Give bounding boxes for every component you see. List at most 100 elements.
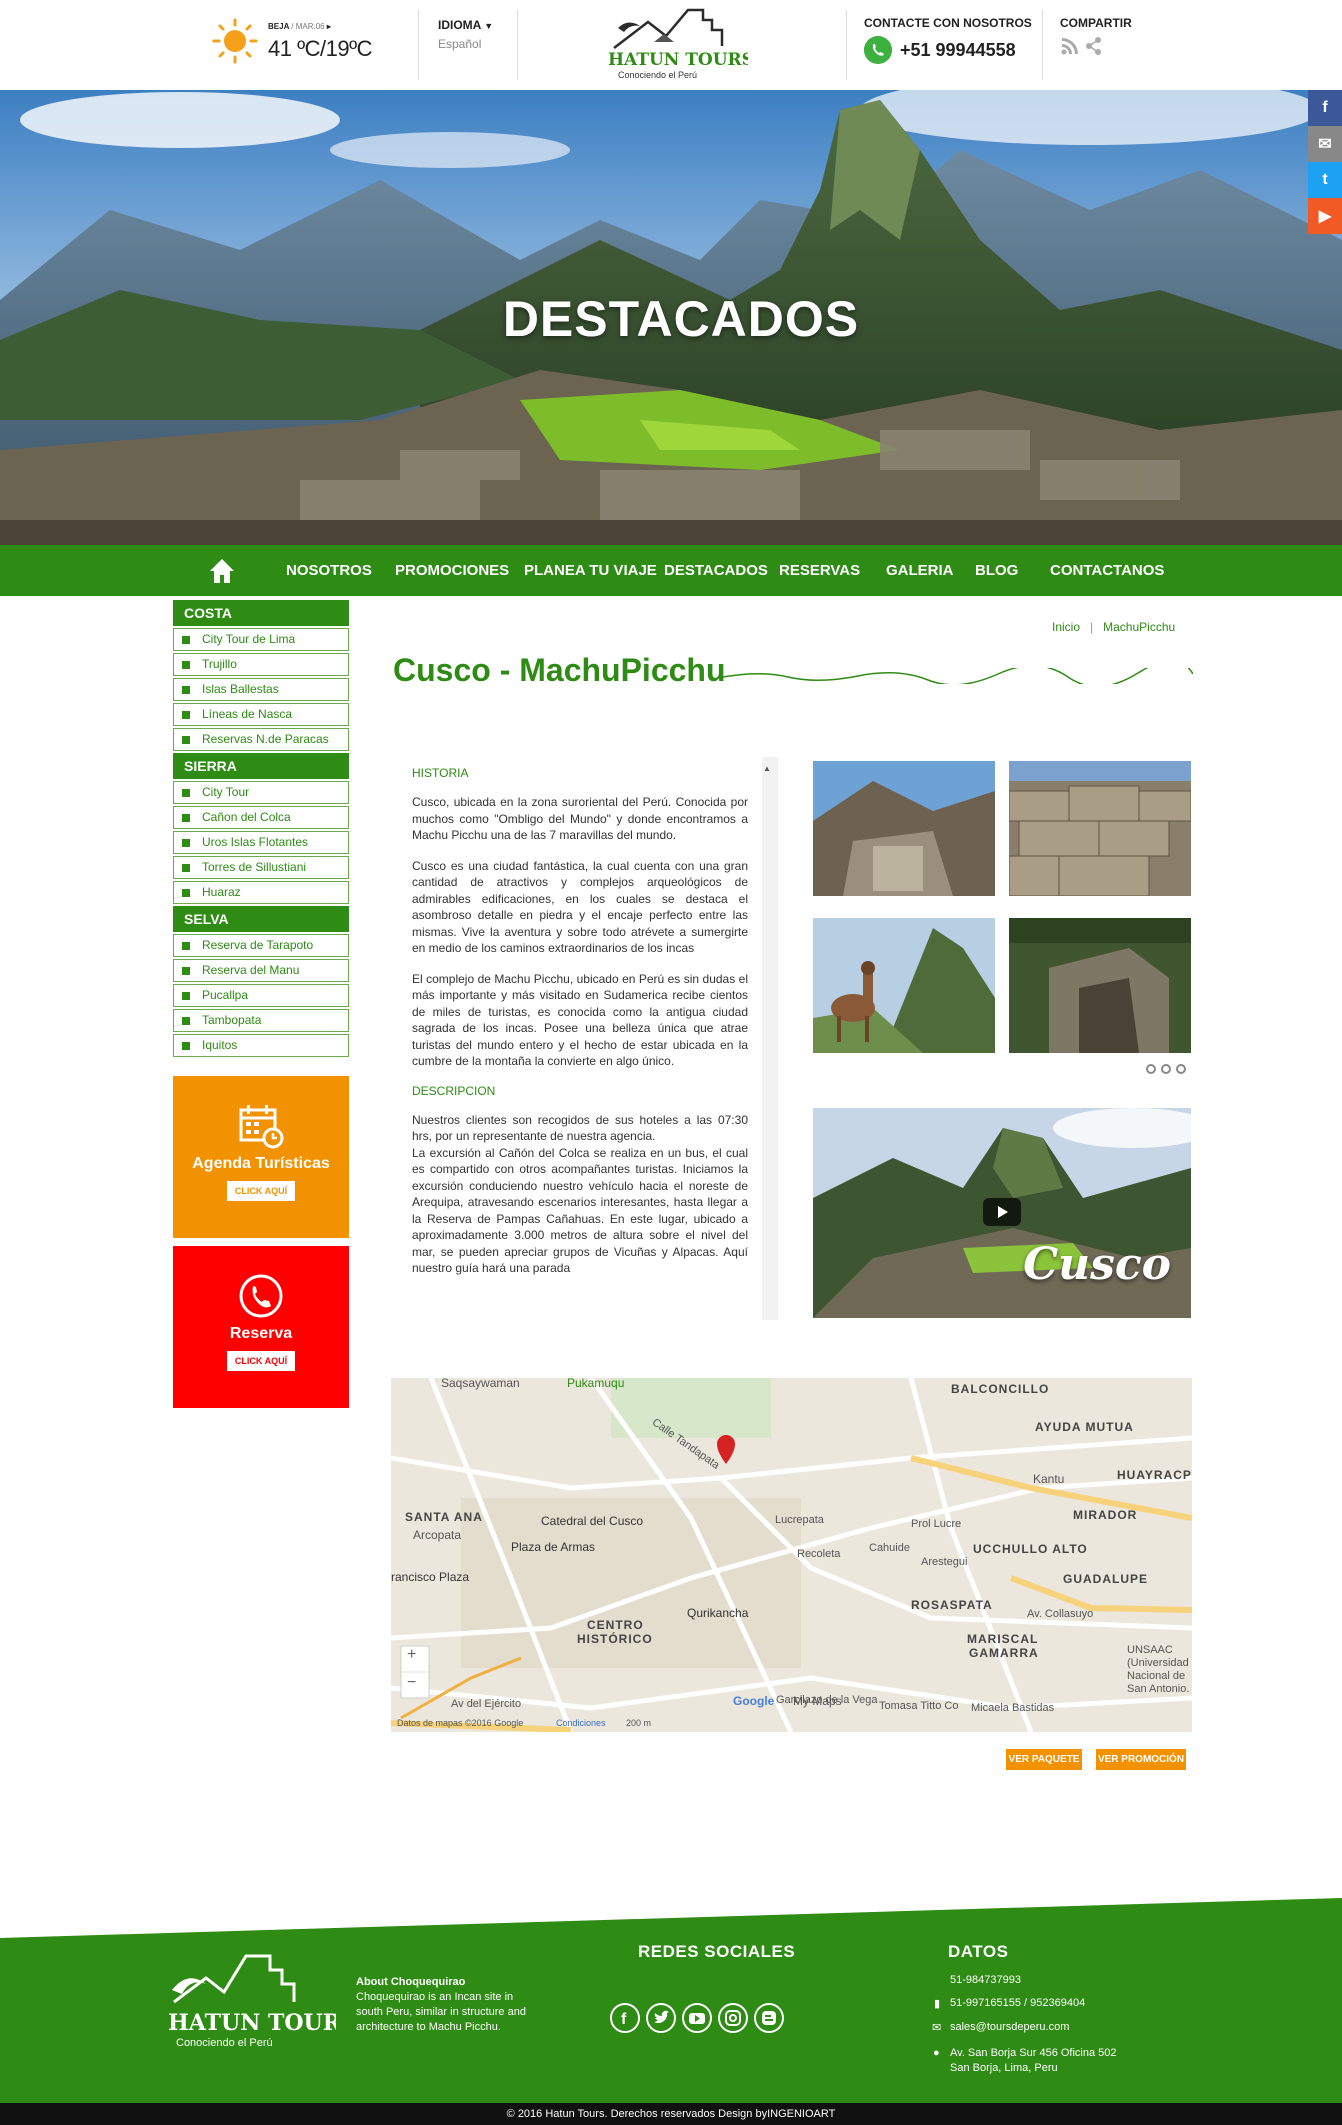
gallery-image[interactable] (1009, 761, 1191, 896)
category-costa[interactable]: COSTA (173, 600, 349, 626)
sidebar-item[interactable]: Líneas de Nasca (173, 703, 349, 726)
map-label: Av. Collasuyo (1027, 1608, 1094, 1620)
share-icons[interactable] (1060, 36, 1106, 56)
logo-tagline: Conociendo el Perú (618, 70, 697, 80)
breadcrumb: Inicio | MachuPicchu (1052, 620, 1175, 634)
gallery-image[interactable] (813, 761, 995, 896)
carousel-dot[interactable] (1146, 1064, 1156, 1074)
carousel-dot[interactable] (1161, 1064, 1171, 1074)
category-selva[interactable]: SELVA (173, 906, 349, 932)
language-selector[interactable]: IDIOMA ▼ Español (438, 18, 493, 51)
paragraph: Cusco, ubicada en la zona suroriental de… (412, 795, 748, 842)
footer-logo-tagline: Conociendo el Perú (176, 2037, 273, 2049)
nav-destacados[interactable]: DESTACADOS (664, 545, 768, 596)
ver-promocion-button[interactable]: VER PROMOCIÓN (1096, 1749, 1186, 1770)
share-block: COMPARTIR (1060, 16, 1132, 56)
email-icon[interactable]: ✉ (1308, 126, 1342, 162)
divider (1042, 10, 1043, 80)
reserva-promo: Reserva CLICK AQUÍ (173, 1246, 349, 1408)
facebook-icon[interactable]: f (610, 2003, 640, 2033)
nav-planea-tu-viaje[interactable]: PLANEA TU VIAJE (524, 545, 657, 596)
nav-reservas[interactable]: RESERVAS (779, 545, 860, 596)
share-icon[interactable] (1086, 37, 1101, 55)
sidebar-item[interactable]: Huaraz (173, 881, 349, 904)
sidebar-item[interactable]: Tambopata (173, 1009, 349, 1032)
sidebar-item[interactable]: Reservas N.de Paracas (173, 728, 349, 751)
category-sierra[interactable]: SIERRA (173, 753, 349, 779)
reserva-title: Reserva (229, 1325, 293, 1342)
breadcrumb-home[interactable]: Inicio (1052, 620, 1080, 634)
sidebar-item[interactable]: Trujillo (173, 653, 349, 676)
map-label: Recoleta (797, 1548, 841, 1560)
map-label: Nacional de (1127, 1670, 1186, 1682)
youtube-icon[interactable] (682, 2003, 712, 2033)
youtube-icon[interactable]: ▶ (1308, 198, 1342, 234)
sidebar-item[interactable]: City Tour (173, 781, 349, 804)
agenda-click-button[interactable]: CLICK AQUÍ (226, 1181, 296, 1201)
sidebar-item[interactable]: Torres de Sillustiani (173, 856, 349, 879)
paragraph: El complejo de Machu Picchu, ubicado en … (412, 971, 748, 1069)
historia-heading: HISTORIA (412, 766, 469, 780)
sidebar: COSTA City Tour de Lima Trujillo Islas B… (173, 600, 349, 1057)
site-logo[interactable]: HATUN TOURS Conociendo el Perú (608, 6, 754, 84)
sidebar-item[interactable]: Reserva de Tarapoto (173, 934, 349, 957)
google-logo: Google (733, 1694, 775, 1708)
nav-blog[interactable]: BLOG (975, 545, 1018, 596)
nav-contactanos[interactable]: CONTACTANOS (1050, 545, 1164, 596)
blogger-icon[interactable] (754, 2003, 784, 2033)
contact-phone: 51-997165155 / 952369404 (950, 1997, 1086, 2009)
map-label: rancisco Plaza (391, 1570, 470, 1584)
map-label: GUADALUPE (1063, 1572, 1149, 1586)
twitter-icon[interactable]: t (1308, 162, 1342, 198)
twitter-icon[interactable] (646, 2003, 676, 2033)
map-label: Prol Lucre (911, 1518, 962, 1530)
sidebar-item[interactable]: Pucallpa (173, 984, 349, 1007)
map-label: Av del Ejército (451, 1698, 522, 1710)
sidebar-item[interactable]: City Tour de Lima (173, 628, 349, 651)
zoom-out-button[interactable]: − (407, 1674, 416, 1692)
main-nav: NOSOTROS PROMOCIONES PLANEA TU VIAJE DES… (0, 545, 1342, 596)
gallery-image[interactable] (1009, 918, 1191, 1053)
sidebar-item[interactable]: Islas Ballestas (173, 678, 349, 701)
carousel-dot[interactable] (1176, 1064, 1186, 1074)
play-icon[interactable] (983, 1198, 1021, 1226)
sidebar-item[interactable]: Uros Islas Flotantes (173, 831, 349, 854)
facebook-icon[interactable]: f (1308, 90, 1342, 126)
map-scale: 200 m (626, 1718, 652, 1728)
map-label: (Universidad (1127, 1657, 1189, 1669)
location-map[interactable]: Saqsaywaman Pukamuqu BALCONCILLO AYUDA M… (391, 1378, 1192, 1732)
footer-logo[interactable]: HATUN TOURS Conociendo el Perú (166, 1950, 336, 2060)
zoom-in-button[interactable]: + (407, 1646, 416, 1664)
map-terms-link[interactable]: Condiciones (556, 1718, 606, 1728)
map-label: SANTA ANA (405, 1510, 483, 1524)
sidebar-item[interactable]: Iquitos (173, 1034, 349, 1057)
contact-email[interactable]: sales@toursdeperu.com (950, 2021, 1069, 2033)
gallery-image[interactable] (813, 918, 995, 1053)
map-label: AYUDA MUTUA (1035, 1420, 1134, 1434)
nav-promociones[interactable]: PROMOCIONES (395, 545, 509, 596)
video-player[interactable]: Cusco (813, 1108, 1191, 1318)
divider (846, 10, 847, 80)
agenda-promo: Agenda Turísticas CLICK AQUÍ (173, 1076, 349, 1238)
scrollbar-thumb[interactable] (765, 877, 775, 1127)
reserva-click-button[interactable]: CLICK AQUÍ (226, 1351, 296, 1371)
ver-paquete-button[interactable]: VER PAQUETE (1006, 1749, 1082, 1770)
sidebar-item[interactable]: Reserva del Manu (173, 959, 349, 982)
nav-galeria[interactable]: GALERIA (886, 545, 954, 596)
nav-nosotros[interactable]: NOSOTROS (286, 545, 372, 596)
instagram-icon[interactable] (718, 2003, 748, 2033)
contact-address: San Borja, Lima, Peru (950, 2062, 1058, 2074)
sidebar-item[interactable]: Cañon del Colca (173, 806, 349, 829)
map-label: CENTRO (587, 1618, 644, 1632)
page-title: Cusco - MachuPicchu (393, 652, 726, 688)
home-icon[interactable] (208, 557, 236, 585)
rss-icon[interactable] (1061, 38, 1079, 55)
map-label: Cahuide (869, 1542, 910, 1554)
site-footer: HATUN TOURS Conociendo el Perú About Cho… (0, 1890, 1342, 2125)
description-scrollbox[interactable]: HISTORIA Cusco, ubicada en la zona suror… (393, 757, 778, 1320)
map-label: MIRADOR (1073, 1508, 1138, 1522)
map-label: GAMARRA (969, 1646, 1039, 1660)
scroll-up-icon[interactable]: ▲ (763, 764, 771, 773)
map-label: Catedral del Cusco (541, 1514, 644, 1528)
map-label: UCCHULLO ALTO (973, 1542, 1088, 1556)
